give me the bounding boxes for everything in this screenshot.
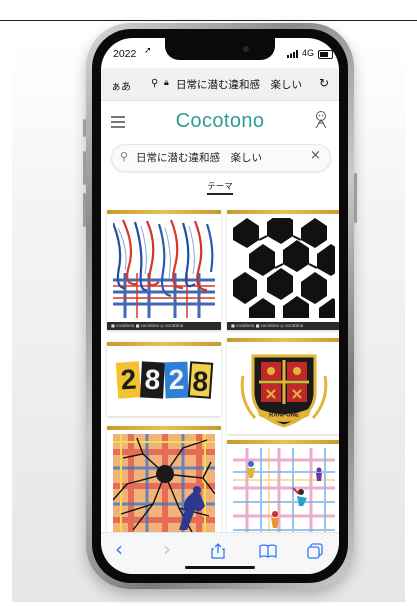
artwork-card[interactable]: ■ cocotono ■ cocotono ◎ cocotono [227, 210, 339, 330]
numbers-2828-artwork: 2 8 2 8 [113, 350, 215, 410]
site-header: Cocotono [101, 104, 339, 140]
artwork-card[interactable]: RANPONE [227, 338, 339, 434]
digit-tile: 2 [163, 361, 189, 399]
url-text[interactable]: 日常に潜む違和感 楽しい [176, 77, 302, 92]
phone-side-button-left-1 [83, 119, 86, 137]
cracked-plaid-artwork [113, 434, 215, 536]
plaid-figures-artwork [233, 448, 335, 538]
clear-icon[interactable]: × [310, 148, 321, 163]
search-input-value[interactable]: 日常に潜む違和感 楽しい [136, 150, 262, 165]
phone-notch [165, 38, 275, 60]
home-indicator [185, 566, 255, 569]
browser-address-bar[interactable]: ぁあ ⚲ 🔒︎ 日常に潜む違和感 楽しい ↻ [101, 68, 339, 101]
status-time: 2022 [113, 48, 137, 60]
search-input[interactable]: ⚲ 日常に潜む違和感 楽しい × [111, 144, 331, 172]
reload-icon[interactable]: ↻ [319, 76, 329, 90]
phone-side-button-right [354, 173, 357, 223]
phone-screen: 2022 ➚ 4G ぁあ ⚲ 🔒︎ 日常に潜む違和感 楽しい ↻ Cocoton… [101, 38, 339, 574]
battery-icon [318, 50, 333, 59]
phone-side-button-left-3 [83, 193, 86, 227]
card-gold-bar [227, 440, 339, 444]
location-arrow-icon: ➚ [144, 46, 152, 56]
card-gold-bar [107, 342, 221, 346]
network-label: 4G [302, 48, 315, 58]
card-gold-bar [227, 210, 339, 214]
card-footer: ■ cocotono ■ cocotono ◎ cocotono [107, 322, 221, 330]
mascot-icon[interactable] [313, 110, 329, 130]
signal-icon [287, 50, 298, 58]
lock-icon: 🔒︎ [164, 78, 169, 88]
card-gold-bar [107, 426, 221, 430]
back-button[interactable]: ‹ [115, 537, 123, 561]
site-logo[interactable]: Cocotono [101, 110, 339, 133]
share-icon[interactable] [211, 543, 225, 559]
search-icon: ⚲ [151, 78, 159, 89]
tabs-icon[interactable] [307, 543, 323, 559]
crest-emblem-artwork: RANPONE [233, 346, 335, 430]
artwork-card[interactable]: ■ cocotono ■ cocotono ◎ cocotono [107, 210, 221, 330]
phone-side-button-left-2 [83, 151, 86, 185]
reader-options-button[interactable]: ぁあ [111, 78, 131, 93]
theme-tab[interactable]: テーマ [101, 180, 339, 192]
card-gold-bar [107, 210, 221, 214]
crest-banner-text: RANPONE [269, 413, 299, 419]
phone-frame: 2022 ➚ 4G ぁあ ⚲ 🔒︎ 日常に潜む違和感 楽しい ↻ Cocoton… [83, 23, 357, 589]
search-icon: ⚲ [120, 150, 129, 163]
phone-bezel: 2022 ➚ 4G ぁあ ⚲ 🔒︎ 日常に潜む違和感 楽しい ↻ Cocoton… [92, 29, 348, 583]
camera-icon [243, 46, 249, 52]
artwork-card[interactable] [107, 426, 221, 538]
card-gold-bar [227, 338, 339, 342]
forward-button[interactable]: › [163, 537, 171, 561]
artwork-card[interactable]: 2 8 2 8 [107, 342, 221, 416]
page-top-rule [0, 20, 417, 21]
artwork-card[interactable] [227, 440, 339, 538]
digit-tile: 2 [115, 361, 141, 399]
bookmarks-icon[interactable] [259, 544, 277, 558]
houndstooth-artwork [233, 218, 335, 318]
tartan-melt-artwork [113, 218, 215, 318]
theme-tab-underline [207, 193, 233, 195]
digit-tile: 8 [187, 361, 213, 399]
digit-tile: 8 [139, 361, 165, 399]
card-footer: ■ cocotono ■ cocotono ◎ cocotono [227, 322, 339, 330]
